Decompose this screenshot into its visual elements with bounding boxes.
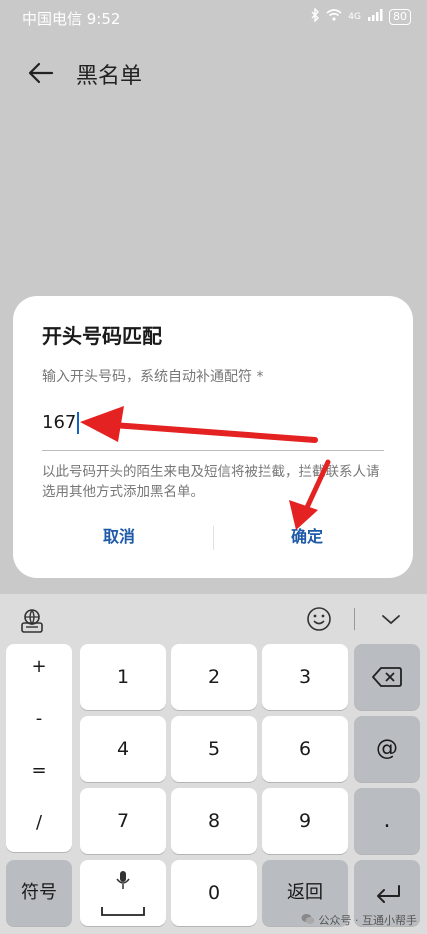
page-title: 黑名单 <box>76 64 143 89</box>
symbol-key-equals[interactable]: = <box>6 760 72 781</box>
button-divider <box>213 526 214 550</box>
signal-icon <box>367 9 383 24</box>
key-7[interactable]: 7 <box>80 788 166 854</box>
key-8[interactable]: 8 <box>171 788 257 854</box>
space-icon <box>100 900 146 922</box>
key-9[interactable]: 9 <box>262 788 348 854</box>
input-value: 167 <box>42 412 77 433</box>
chevron-down-icon[interactable] <box>376 608 406 630</box>
dialog-note: 以此号码开头的陌生来电及短信将被拦截，拦截联系人请选用其他方式添加黑名单。 <box>42 464 380 500</box>
keyboard-toolbar <box>0 594 427 642</box>
space-key[interactable] <box>80 860 166 926</box>
watermark: 公众号 · 互通小帮手 <box>301 912 418 928</box>
key-0[interactable]: 0 <box>171 860 257 926</box>
prefix-number-input[interactable]: 167 <box>42 408 384 451</box>
network-label: 4G <box>348 11 361 22</box>
wechat-icon <box>301 913 315 928</box>
bluetooth-icon <box>310 7 320 25</box>
dialog-title: 开头号码匹配 <box>42 324 162 348</box>
emoji-icon[interactable] <box>306 606 332 632</box>
carrier-time: 中国电信 9:52 <box>22 10 121 28</box>
status-bar: 中国电信 9:52 4G 80 <box>0 0 427 36</box>
watermark-text: 公众号 · 互通小帮手 <box>318 914 418 927</box>
wifi-icon <box>326 9 342 24</box>
key-3[interactable]: 3 <box>262 644 348 710</box>
enter-icon <box>374 884 402 909</box>
key-6[interactable]: 6 <box>262 716 348 782</box>
microphone-icon <box>116 870 130 895</box>
battery-indicator: 80 <box>389 8 411 25</box>
numeric-keyboard: + - = / 1 2 3 4 5 6 7 8 9 @ . 符号 0 返回 <box>0 594 427 934</box>
cancel-button[interactable]: 取消 <box>43 522 195 552</box>
status-icons: 4G 80 <box>310 7 411 25</box>
toolbar-divider <box>354 608 355 630</box>
key-2[interactable]: 2 <box>171 644 257 710</box>
symbols-key[interactable]: 符号 <box>6 860 72 926</box>
dot-key[interactable]: . <box>354 788 420 854</box>
backspace-icon <box>372 666 402 693</box>
symbol-column: + - = / <box>6 644 72 852</box>
prefix-match-dialog: 开头号码匹配 输入开头号码，系统自动补通配符 * 167 以此号码开头的陌生来电… <box>13 296 413 578</box>
globe-keyboard-icon[interactable] <box>18 608 46 634</box>
key-4[interactable]: 4 <box>80 716 166 782</box>
back-arrow-icon[interactable] <box>26 58 56 88</box>
key-5[interactable]: 5 <box>171 716 257 782</box>
at-key[interactable]: @ <box>354 716 420 782</box>
input-hint: 输入开头号码，系统自动补通配符 * <box>42 369 264 385</box>
symbol-key-plus[interactable]: + <box>6 656 72 677</box>
symbol-key-minus[interactable]: - <box>6 708 72 729</box>
text-cursor <box>77 412 80 434</box>
confirm-button[interactable]: 确定 <box>231 522 383 552</box>
key-1[interactable]: 1 <box>80 644 166 710</box>
backspace-key[interactable] <box>354 644 420 710</box>
symbol-key-slash[interactable]: / <box>6 812 72 833</box>
